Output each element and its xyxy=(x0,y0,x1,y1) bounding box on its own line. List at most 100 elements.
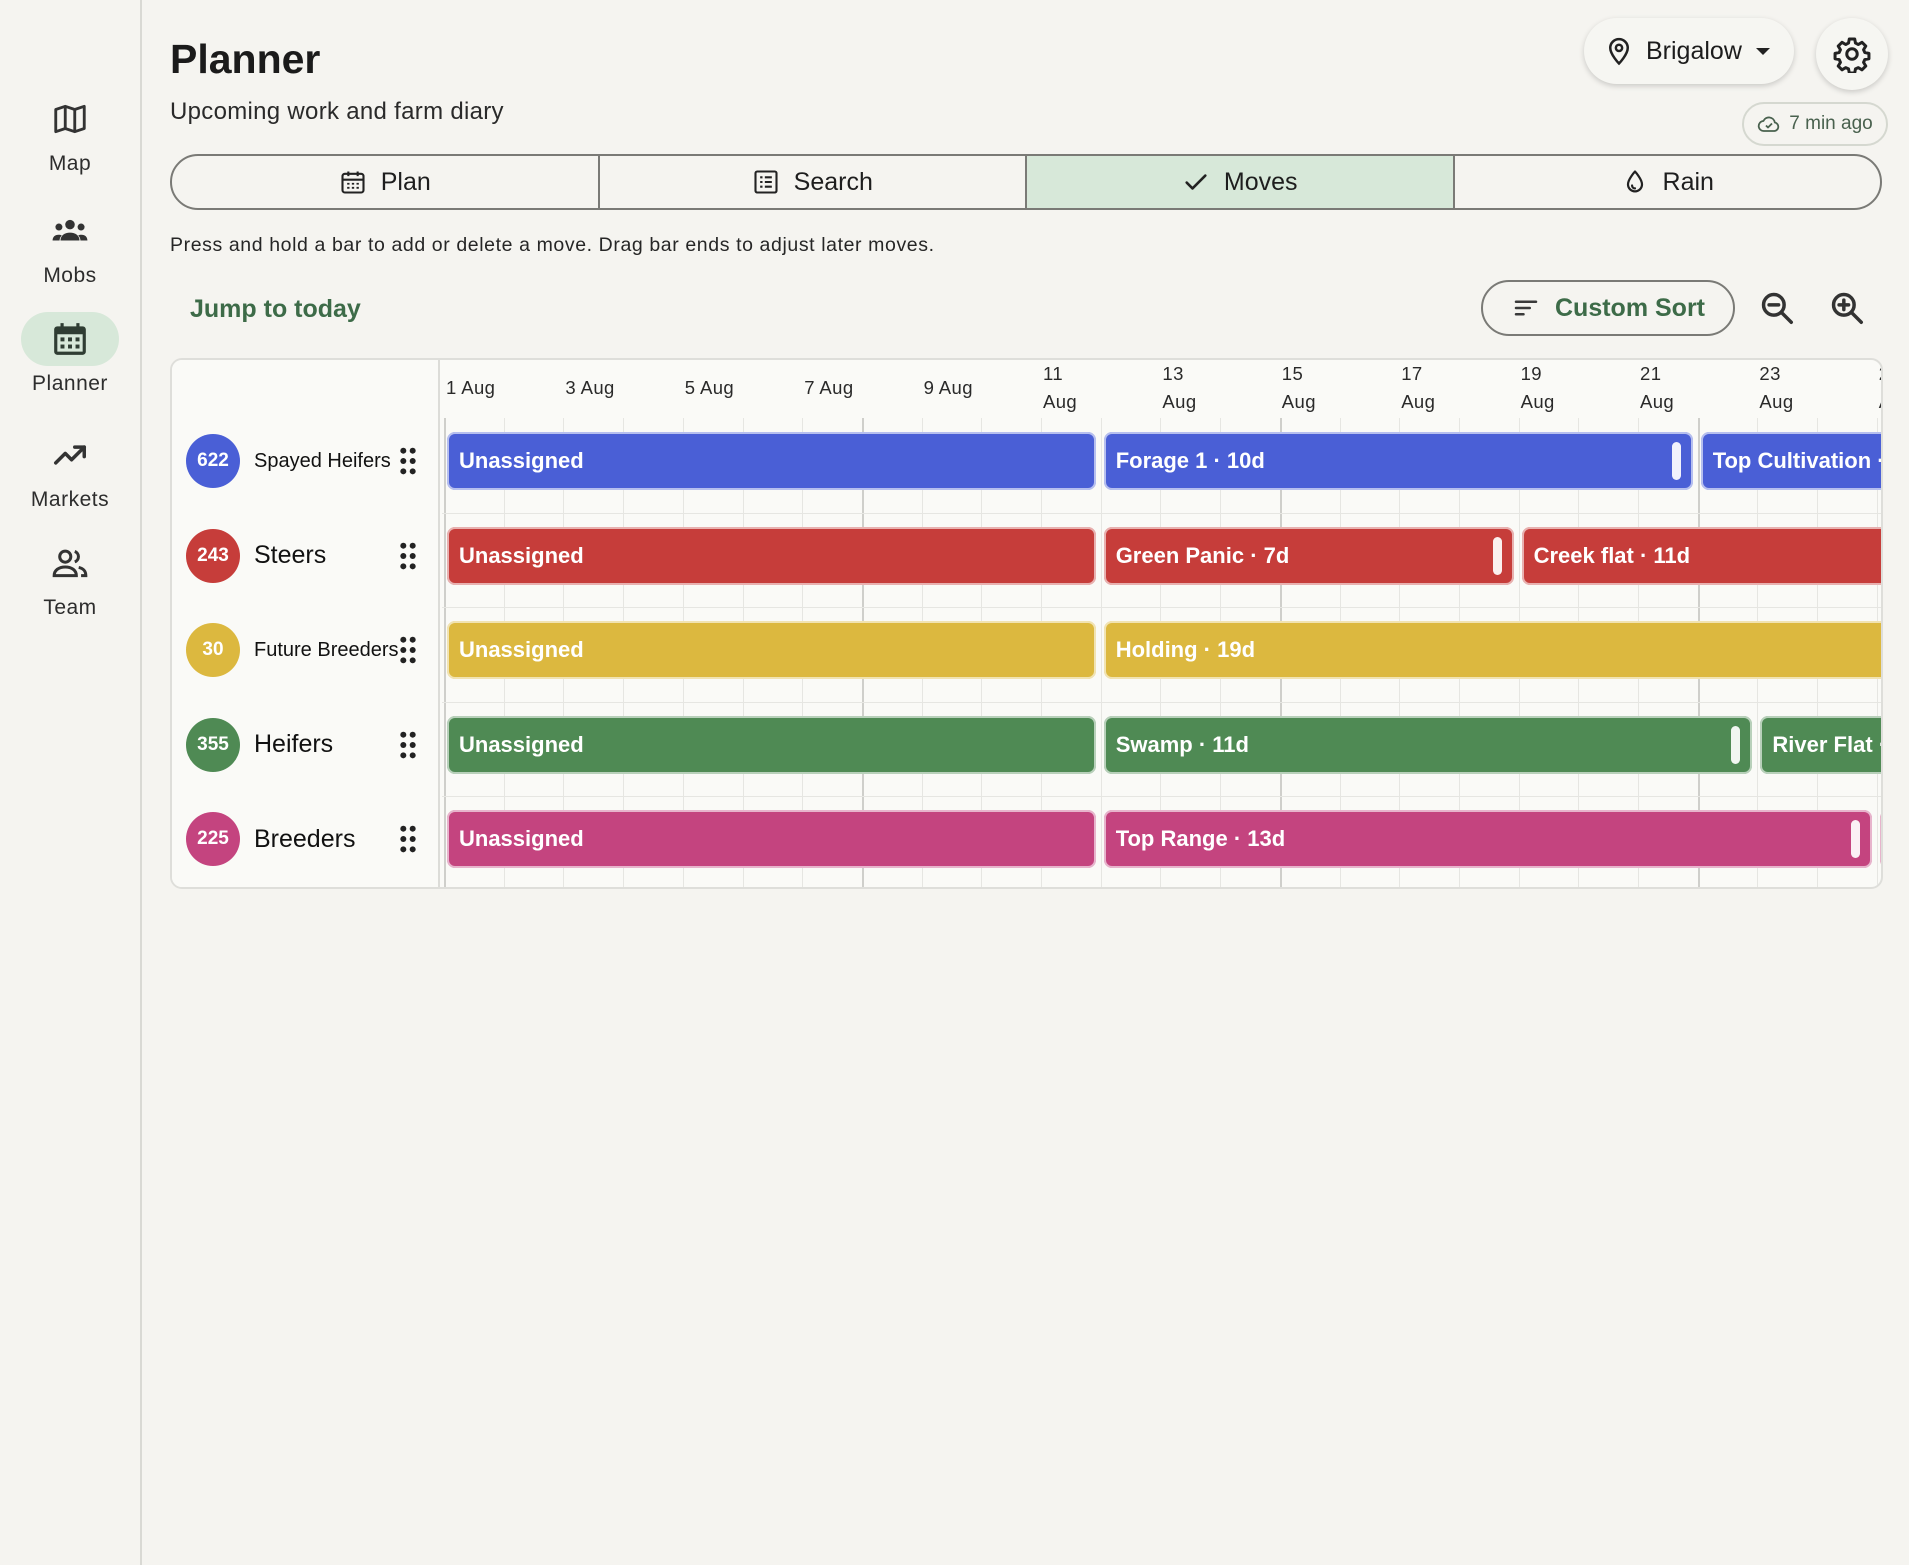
list-icon xyxy=(754,170,778,194)
gear-icon xyxy=(1833,37,1871,73)
move-bar[interactable]: Holding · 19d xyxy=(1103,621,1881,679)
groups-icon xyxy=(52,219,88,241)
move-bar[interactable] xyxy=(1879,810,1881,868)
location-pin-icon xyxy=(1608,37,1630,66)
nav-item-markets[interactable]: Markets xyxy=(0,428,140,512)
date-label: 19 Aug xyxy=(1520,363,1555,412)
mob-row[interactable]: 243 Steers xyxy=(186,527,326,585)
move-bar[interactable]: Top Cultivation · 10d xyxy=(1700,432,1881,490)
sort-icon xyxy=(1514,300,1538,316)
drag-handle-icon[interactable] xyxy=(398,730,418,760)
map-icon xyxy=(54,104,86,134)
row-divider xyxy=(442,701,1881,703)
move-bar-label: River Flat · 9d xyxy=(1772,731,1881,757)
water-drop-icon xyxy=(1626,170,1643,193)
date-label: 3 Aug xyxy=(565,377,615,398)
mob-name: Spayed Heifers xyxy=(254,449,391,472)
move-bar[interactable]: Top Range · 13d xyxy=(1103,810,1872,868)
people-icon xyxy=(52,549,88,578)
row-divider xyxy=(442,512,1881,514)
mob-name: Steers xyxy=(254,541,327,569)
sidebar: Map Mobs Planner Markets Team xyxy=(0,0,142,1565)
move-bar-label: Unassigned xyxy=(459,731,584,757)
mob-row[interactable]: 355 Heifers xyxy=(186,716,333,774)
mob-name: Breeders xyxy=(254,824,356,853)
drag-handle-icon[interactable] xyxy=(398,541,418,571)
move-bar-label: Holding · 19d xyxy=(1115,637,1256,662)
nav-label: Planner xyxy=(32,372,108,395)
mob-count-badge: 622 xyxy=(186,434,240,488)
date-label: 25 Aug xyxy=(1879,360,1881,416)
date-label: 23 Aug xyxy=(1759,363,1794,412)
move-bar[interactable]: Unassigned xyxy=(447,526,1096,585)
nav-item-planner[interactable]: Planner xyxy=(0,312,140,396)
mob-count-badge: 30 xyxy=(186,623,240,677)
tab-rain[interactable]: Rain xyxy=(1455,156,1881,208)
drag-handle-icon[interactable] xyxy=(398,635,418,665)
nav-label: Map xyxy=(48,152,92,175)
nav-item-map[interactable]: Map xyxy=(0,92,140,176)
mob-count-badge: 243 xyxy=(186,528,240,583)
calendar-icon xyxy=(341,171,365,194)
move-bar[interactable]: Unassigned xyxy=(447,621,1096,679)
moves-hint-text: Press and hold a bar to add or delete a … xyxy=(170,234,935,256)
move-bar-label: Top Cultivation · 10d xyxy=(1712,448,1881,473)
move-bar-label: Creek flat · 11d xyxy=(1533,542,1691,568)
resize-handle[interactable] xyxy=(1671,442,1681,480)
sync-status-chip[interactable]: 7 min ago xyxy=(1742,102,1888,146)
resize-handle[interactable] xyxy=(1731,725,1741,764)
zoom-out-button[interactable] xyxy=(1753,284,1801,332)
tab-label: Rain xyxy=(1662,167,1714,196)
date-label: 11 Aug xyxy=(1043,363,1078,412)
move-bar-label: Unassigned xyxy=(459,542,584,568)
move-bar-label: Unassigned xyxy=(459,826,584,851)
move-bar[interactable]: Green Panic · 7d xyxy=(1103,526,1514,585)
move-bar[interactable]: River Flat · 9d xyxy=(1760,715,1881,774)
move-bar[interactable]: Swamp · 11d xyxy=(1103,715,1753,774)
settings-button[interactable] xyxy=(1816,18,1888,90)
move-bar-label: Swamp · 11d xyxy=(1115,731,1249,757)
sync-status-text: 7 min ago xyxy=(1789,113,1873,134)
move-bar[interactable]: Unassigned xyxy=(447,715,1096,774)
date-label: 5 Aug xyxy=(684,377,735,398)
move-bar-label: Top Range · 13d xyxy=(1115,826,1286,851)
date-label: 15 Aug xyxy=(1281,363,1316,412)
move-bar[interactable]: Creek flat · 11d xyxy=(1521,526,1881,585)
move-bar[interactable]: Forage 1 · 10d xyxy=(1103,432,1693,490)
mob-row[interactable]: 30 Future Breeders xyxy=(186,621,399,679)
mob-row[interactable]: 225 Breeders xyxy=(186,810,355,868)
nav-item-team[interactable]: Team xyxy=(0,536,140,620)
nav-label: Mobs xyxy=(43,264,97,287)
move-bar[interactable]: Unassigned xyxy=(447,810,1096,868)
date-label: 13 Aug xyxy=(1162,363,1197,412)
mob-name: Future Breeders xyxy=(254,638,399,661)
jump-to-today-button[interactable]: Jump to today xyxy=(190,295,361,324)
zoom-out-icon xyxy=(1761,292,1793,324)
resize-handle[interactable] xyxy=(1492,536,1502,575)
trending-up-icon xyxy=(54,445,86,465)
custom-sort-button[interactable]: Custom Sort xyxy=(1481,280,1735,336)
tab-search[interactable]: Search xyxy=(600,156,1027,208)
move-bar-label: Green Panic · 7d xyxy=(1115,542,1290,568)
drag-handle-icon[interactable] xyxy=(398,446,418,476)
farm-selector[interactable]: Brigalow xyxy=(1584,18,1794,84)
nav-label: Markets xyxy=(30,488,110,511)
move-bar-label: Unassigned xyxy=(459,637,584,662)
day-gridline xyxy=(1100,418,1102,887)
tab-plan[interactable]: Plan xyxy=(172,156,600,208)
tab-moves[interactable]: Moves xyxy=(1027,156,1455,208)
mob-row[interactable]: 622 Spayed Heifers xyxy=(186,432,391,490)
sort-label: Custom Sort xyxy=(1555,293,1705,322)
timeline-grid[interactable]: 1 Aug 3 Aug 5 Aug 7 Aug 9 Aug 11 Aug 13 Aug 15 … xyxy=(442,360,1881,887)
chevron-down-icon xyxy=(1755,47,1770,55)
date-label: 9 Aug xyxy=(923,377,973,398)
calendar-icon xyxy=(54,323,86,355)
move-bar-label: Forage 1 · 10d xyxy=(1115,448,1265,473)
resize-handle[interactable] xyxy=(1850,820,1860,858)
day-gridline xyxy=(444,418,446,887)
drag-handle-icon[interactable] xyxy=(398,824,418,854)
move-bar[interactable]: Unassigned xyxy=(447,432,1096,490)
tab-label: Search xyxy=(793,167,873,196)
nav-item-mobs[interactable]: Mobs xyxy=(0,204,140,288)
zoom-in-button[interactable] xyxy=(1823,284,1871,332)
